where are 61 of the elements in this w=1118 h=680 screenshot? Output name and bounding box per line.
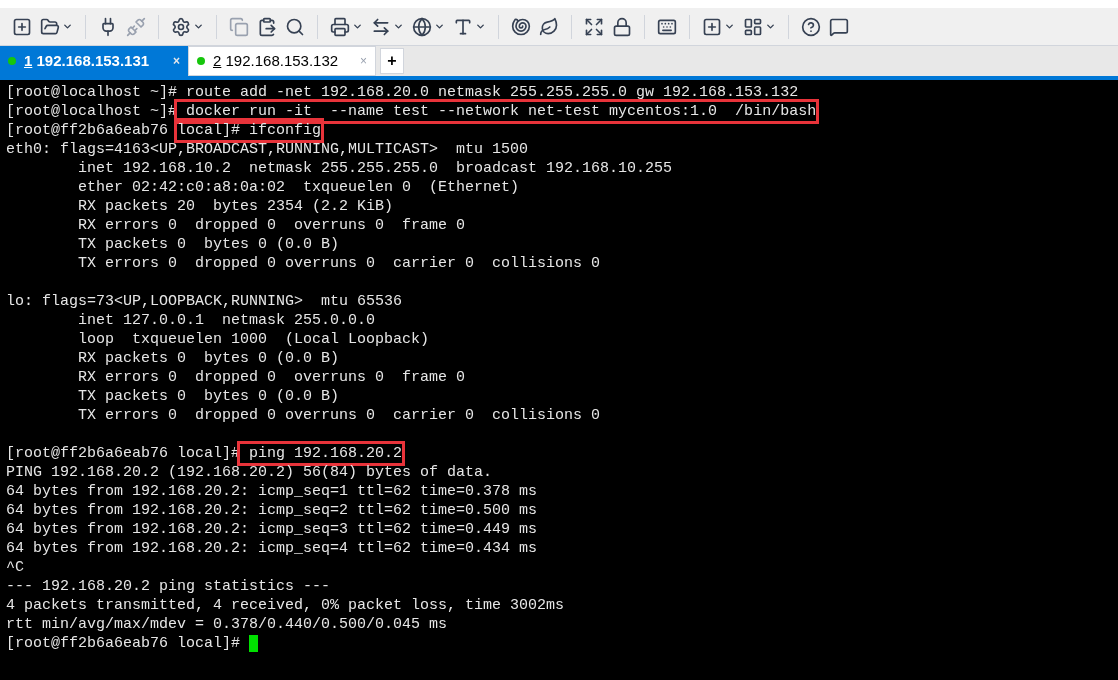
- layout-icon[interactable]: [743, 16, 763, 37]
- caret-icon[interactable]: [193, 21, 204, 32]
- terminal-line: lo: flags=73<UP,LOOPBACK,RUNNING> mtu 65536: [6, 292, 403, 311]
- leaf-icon[interactable]: [539, 16, 559, 37]
- terminal-line: [root@localhost ~]# route add -net 192.168.20.0 netmask 255.255.255.0 gw 192.168.153.132: [6, 83, 799, 102]
- close-button[interactable]: ×: [173, 52, 180, 70]
- highlighted-command: local]# ifconfig: [177, 121, 322, 140]
- terminal-line: 64 bytes from 192.168.20.2: icmp_seq=1 ttl=62 time=0.378 ms: [6, 482, 538, 501]
- terminal-line: 64 bytes from 192.168.20.2: icmp_seq=2 ttl=62 time=0.500 ms: [6, 501, 538, 520]
- terminal-line: TX errors 0 dropped 0 overruns 0 carrier 0 collisions 0: [77, 406, 601, 425]
- tab-label: 2 192.168.153.132: [213, 50, 339, 71]
- search-icon[interactable]: [285, 16, 305, 37]
- transfer-icon[interactable]: [371, 16, 391, 37]
- caret-icon[interactable]: [475, 21, 486, 32]
- paste-icon[interactable]: [257, 16, 277, 37]
- fullscreen-icon[interactable]: [584, 16, 604, 37]
- terminal-line: ^C: [6, 558, 24, 577]
- new-session-icon[interactable]: [12, 16, 32, 37]
- close-button[interactable]: ×: [360, 52, 367, 70]
- globe-icon[interactable]: [412, 16, 432, 37]
- terminal-line: ether 02:42:c0:a8:0a:02 txqueuelen 0 (Ethernet): [77, 178, 520, 197]
- terminal-line: RX packets 20 bytes 2354 (2.2 KiB): [77, 197, 394, 216]
- terminal-line: [root@ff2b6a6eab76 local]#: [6, 634, 242, 653]
- terminal-line: 64 bytes from 192.168.20.2: icmp_seq=4 ttl=62 time=0.434 ms: [6, 539, 538, 558]
- terminal-line: TX packets 0 bytes 0 (0.0 B): [77, 235, 340, 254]
- settings-icon[interactable]: [171, 16, 191, 37]
- terminal-line: RX errors 0 dropped 0 overruns 0 frame 0: [77, 216, 466, 235]
- terminal-line: inet 127.0.0.1 netmask 255.0.0.0: [77, 311, 376, 330]
- terminal-line: inet 192.168.10.2 netmask 255.255.255.0 broadcast 192.168.10.255: [77, 159, 673, 178]
- printer-icon[interactable]: [330, 16, 350, 37]
- add-icon[interactable]: [702, 16, 722, 37]
- highlighted-command: docker run -it --name test --network net-test mycentos:1.0 /bin/bash: [177, 102, 817, 121]
- caret-icon[interactable]: [724, 21, 735, 32]
- terminal-line: 4 packets transmitted, 4 received, 0% packet loss, time 3002ms: [6, 596, 565, 615]
- new-tab-button[interactable]: +: [380, 48, 404, 74]
- terminal-line: [root@ff2b6a6eab76: [6, 121, 170, 140]
- terminal-line: loop txqueuelen 1000 (Local Loopback): [77, 330, 430, 349]
- shell-icon[interactable]: [511, 16, 531, 37]
- terminal-line: PING 192.168.20.2 (192.168.20.2) 56(84) bytes of data.: [6, 463, 493, 482]
- session-tab[interactable]: 2 192.168.153.132 ×: [188, 46, 376, 76]
- session-tab[interactable]: 1 192.168.153.131 ×: [0, 46, 188, 76]
- tab-label: 1 192.168.153.131: [24, 50, 150, 71]
- caret-icon[interactable]: [62, 21, 73, 32]
- caret-icon[interactable]: [434, 21, 445, 32]
- cursor: [249, 635, 259, 652]
- chat-icon[interactable]: [829, 16, 849, 37]
- lock-icon[interactable]: [612, 16, 632, 37]
- terminal-line: RX packets 0 bytes 0 (0.0 B): [77, 349, 340, 368]
- caret-icon[interactable]: [393, 21, 404, 32]
- highlighted-command: ping 192.168.20.2: [240, 444, 403, 463]
- terminal-line: 64 bytes from 192.168.20.2: icmp_seq=3 ttl=62 time=0.449 ms: [6, 520, 538, 539]
- folder-icon[interactable]: [40, 16, 60, 37]
- terminal-line: --- 192.168.20.2 ping statistics ---: [6, 577, 331, 596]
- terminal-line: TX errors 0 dropped 0 overruns 0 carrier 0 collisions 0: [77, 254, 601, 273]
- terminal-line: eth0: flags=4163<UP,BROADCAST,RUNNING,MULTICAST> mtu 1500: [6, 140, 529, 159]
- caret-icon[interactable]: [765, 21, 776, 32]
- terminal-line: rtt min/avg/max/mdev = 0.378/0.440/0.500/0.045 ms: [6, 615, 448, 634]
- terminal-line: TX packets 0 bytes 0 (0.0 B): [77, 387, 340, 406]
- caret-icon[interactable]: [352, 21, 363, 32]
- help-icon[interactable]: [801, 16, 821, 37]
- terminal-line: RX errors 0 dropped 0 overruns 0 frame 0: [77, 368, 466, 387]
